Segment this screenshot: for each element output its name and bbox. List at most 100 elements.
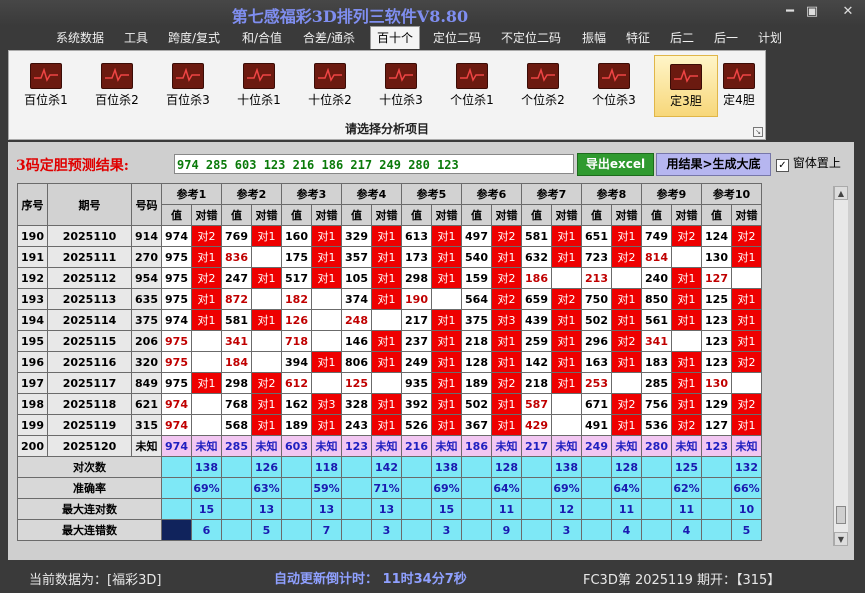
- ribbon-button-6[interactable]: 十位杀3: [370, 55, 432, 115]
- ref-check: [611, 267, 642, 289]
- ribbon-button-10[interactable]: 定3胆: [654, 55, 718, 117]
- menu-sum[interactable]: 和/合值: [242, 29, 282, 46]
- ribbon-button-7[interactable]: 个位杀1: [441, 55, 503, 115]
- checkbox-icon[interactable]: ✓: [776, 159, 789, 172]
- predicted-check: 未知: [611, 435, 642, 457]
- scroll-thumb[interactable]: [836, 506, 846, 524]
- ref-check: 对2: [191, 225, 222, 247]
- menu-tools[interactable]: 工具: [124, 29, 148, 46]
- ribbon-button-5[interactable]: 十位杀2: [299, 55, 361, 115]
- menu-system-data[interactable]: 系统数据: [56, 29, 104, 46]
- ref-check: 对1: [611, 288, 642, 310]
- ref-value: 497: [461, 225, 492, 247]
- row-index: 192: [17, 267, 48, 289]
- ref-check: 对2: [671, 225, 702, 247]
- ref-check: 对1: [491, 246, 522, 268]
- ref-check: [731, 372, 762, 394]
- stat-label: 对次数: [17, 456, 162, 478]
- ref-check: [311, 372, 342, 394]
- ribbon-button-label: 十位杀3: [379, 93, 423, 107]
- menu-unfixed-two[interactable]: 不定位二码: [501, 29, 561, 46]
- ref-check: 对1: [671, 372, 702, 394]
- chart-icon: [30, 63, 62, 89]
- scroll-down-icon[interactable]: ▼: [834, 532, 848, 546]
- menu-fixed-two[interactable]: 定位二码: [433, 29, 481, 46]
- menu-feature[interactable]: 特征: [626, 29, 650, 46]
- ref-check: 对1: [611, 309, 642, 331]
- ribbon-button-8[interactable]: 个位杀2: [512, 55, 574, 115]
- ribbon-button-4[interactable]: 十位杀1: [228, 55, 290, 115]
- table-row[interactable]: 194 2025114 375 974 对1 581 对1 126 248 217 对1 375 对3 4…: [17, 309, 762, 331]
- vertical-scrollbar[interactable]: ▲ ▼: [833, 186, 848, 546]
- stat-spacer: [281, 519, 312, 541]
- menu-last-one[interactable]: 后一: [714, 29, 738, 46]
- stat-value: 12: [551, 498, 582, 520]
- ref-check: 对1: [671, 288, 702, 310]
- ref-value: 768: [221, 393, 252, 415]
- stat-spacer: [461, 477, 492, 499]
- generate-base-button[interactable]: 用结果>生成大底: [656, 153, 771, 176]
- table-row[interactable]: 196 2025116 320 975 184 394 对1 806 对1 249 对1 128 对1 1…: [17, 351, 762, 373]
- ref-value: 568: [221, 414, 252, 436]
- row-number: 375: [131, 309, 162, 331]
- ref-value: 243: [341, 414, 372, 436]
- ref-value: 375: [461, 309, 492, 331]
- window-ontop-checkbox[interactable]: ✓ 窗体置上: [776, 154, 841, 172]
- table-row[interactable]: 191 2025111 270 975 对1 836 175 对1 357 对1 173 对1 540 对…: [17, 246, 762, 268]
- menu-amplitude[interactable]: 振幅: [582, 29, 606, 46]
- ref-value: 439: [521, 309, 552, 331]
- table-row[interactable]: 193 2025113 635 975 对1 872 182 374 对1 190 564 对2 659…: [17, 288, 762, 310]
- ref-check: 对1: [251, 309, 282, 331]
- stat-spacer: [341, 456, 372, 478]
- stat-value: 6: [191, 519, 222, 541]
- ref-value: 159: [461, 267, 492, 289]
- ref-value: 296: [581, 330, 612, 352]
- table-row[interactable]: 197 2025117 849 975 对1 298 对2 612 125 935 对1 189 对2 2…: [17, 372, 762, 394]
- menu-span[interactable]: 跨度/复式: [168, 29, 220, 46]
- export-excel-button[interactable]: 导出excel: [577, 153, 654, 176]
- ref-value: 218: [461, 330, 492, 352]
- ribbon-button-11[interactable]: 定4胆: [714, 55, 764, 115]
- ribbon-button-1[interactable]: 百位杀1: [15, 55, 77, 115]
- stat-value: 11: [611, 498, 642, 520]
- ref-value: 126: [281, 309, 312, 331]
- ref-check: 对1: [551, 330, 582, 352]
- table-row-future[interactable]: 200 2025120 未知 974 未知 285 未知 603 未知 123 未知 216 未知 186…: [17, 435, 762, 457]
- menu-last-two[interactable]: 后二: [670, 29, 694, 46]
- stat-spacer: [641, 498, 672, 520]
- stat-spacer: [161, 456, 192, 478]
- ref-check: [191, 351, 222, 373]
- table-row[interactable]: 192 2025112 954 975 对2 247 对1 517 对1 105 对1 298 对1 15…: [17, 267, 762, 289]
- ref-check: 对1: [191, 288, 222, 310]
- row-period: 2025114: [47, 309, 132, 331]
- table-row[interactable]: 198 2025118 621 974 768 对1 162 对3 328 对1 392 对1 502 对…: [17, 393, 762, 415]
- ref-check: 对1: [551, 372, 582, 394]
- maximize-button[interactable]: ▣: [800, 4, 824, 19]
- scroll-up-icon[interactable]: ▲: [834, 186, 848, 200]
- table-row[interactable]: 199 2025119 315 974 568 对1 189 对1 243 对1 526 对1 367 对…: [17, 414, 762, 436]
- ref-value: 749: [641, 225, 672, 247]
- expand-icon[interactable]: ↘: [753, 127, 763, 137]
- menu-diff[interactable]: 合差/通杀: [303, 29, 355, 46]
- ref-check: 对1: [371, 267, 402, 289]
- table-row[interactable]: 195 2025115 206 975 341 718 146 对1 237 对1 218 对1 259…: [17, 330, 762, 352]
- ribbon-button-9[interactable]: 个位杀3: [583, 55, 645, 115]
- ref-value: 173: [401, 246, 432, 268]
- prediction-result-field[interactable]: 974 285 603 123 216 186 217 249 280 123: [174, 154, 574, 174]
- minimize-button[interactable]: ━: [778, 4, 802, 19]
- ref-value: 975: [161, 267, 192, 289]
- menu-hundreds-tens-units[interactable]: 百十个: [370, 26, 421, 49]
- ref-check: [371, 372, 402, 394]
- chart-icon: [670, 64, 702, 90]
- ref-value: 328: [341, 393, 372, 415]
- menu-plan[interactable]: 计划: [758, 29, 782, 46]
- table-row[interactable]: 190 2025110 914 974 对2 769 对1 160 对1 329 对1 613 对1 49…: [17, 225, 762, 247]
- close-button[interactable]: ✕: [836, 4, 860, 19]
- ref-value: 564: [461, 288, 492, 310]
- ref-check: 对2: [611, 330, 642, 352]
- header-check: 对错: [671, 204, 702, 226]
- ribbon-button-2[interactable]: 百位杀2: [86, 55, 148, 115]
- stat-value: 3: [431, 519, 462, 541]
- ref-check: 对2: [251, 372, 282, 394]
- ribbon-button-3[interactable]: 百位杀3: [157, 55, 219, 115]
